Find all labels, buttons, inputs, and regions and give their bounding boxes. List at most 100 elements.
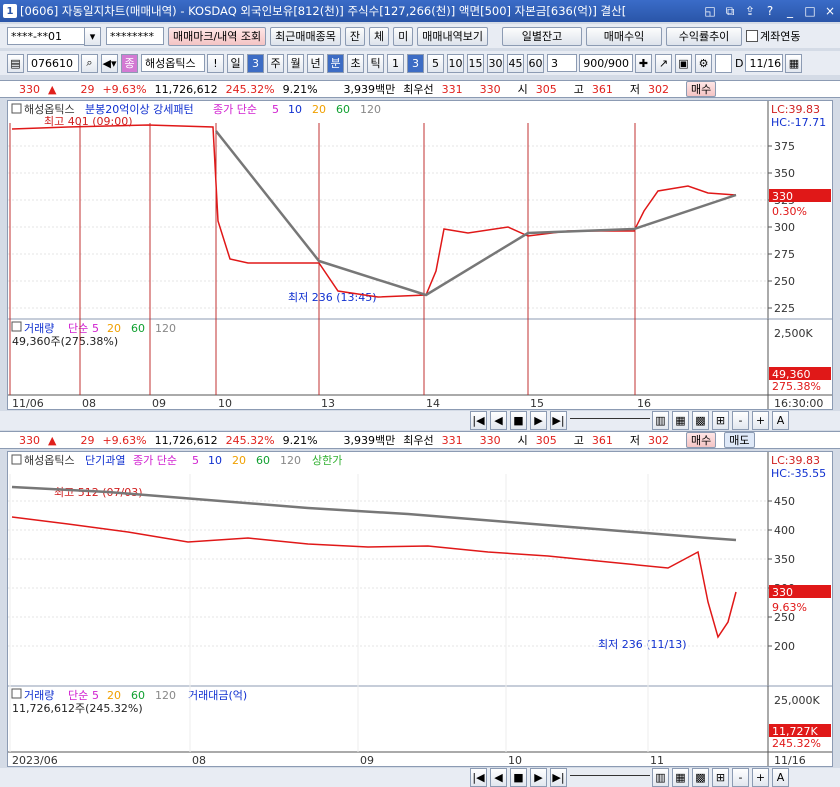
period-day-button[interactable]: 일 <box>227 53 244 73</box>
period-month-button[interactable]: 월 <box>287 53 304 73</box>
quote-price: 330 <box>19 82 40 96</box>
mi-button[interactable]: 미 <box>393 26 414 46</box>
pin-icon[interactable]: ⇪ <box>742 3 758 19</box>
chart-type-icon[interactable]: ▤ <box>7 53 24 73</box>
interval-10[interactable]: 10 <box>447 53 464 73</box>
view-icon-2[interactable]: ▦ <box>672 411 689 430</box>
scroll-prev-icon[interactable]: ◀ <box>490 768 507 787</box>
period-tick-button[interactable]: 틱 <box>367 53 384 73</box>
tool-icon[interactable]: ✚ <box>635 53 652 73</box>
volume-legend-ma: 20 <box>107 689 121 702</box>
interval-30[interactable]: 30 <box>487 53 504 73</box>
zoom-slider[interactable] <box>570 417 650 424</box>
zoom-in-button[interactable]: + <box>752 411 769 430</box>
intraday-scrollbar[interactable]: |◀ ◀ ■ ▶ ▶| ▥ ▦ ▩ ⊞ - + A <box>0 411 840 430</box>
quote-high-label-2: 고 <box>573 434 584 447</box>
scroll-stop-icon[interactable]: ■ <box>510 768 527 787</box>
quote-amount-2: 3,939백만 <box>343 434 396 447</box>
view-icon-1[interactable]: ▥ <box>652 411 669 430</box>
period-week-button[interactable]: 주 <box>267 53 284 73</box>
daily-scrollbar[interactable]: |◀ ◀ ■ ▶ ▶| ▥ ▦ ▩ ⊞ - + A <box>0 768 840 787</box>
date-checkbox[interactable] <box>715 53 732 73</box>
popout-icon[interactable]: ⧉ <box>722 3 738 19</box>
account-dropdown-icon[interactable]: ▾ <box>84 26 101 46</box>
view-icon-4[interactable]: ⊞ <box>712 768 729 787</box>
maximize-icon[interactable]: □ <box>802 3 818 19</box>
profit-rate-button[interactable]: 수익률추이 <box>666 26 743 46</box>
zoom-slider[interactable] <box>570 774 650 781</box>
stock-code-input[interactable]: 076610 <box>27 54 79 72</box>
view-icon-3[interactable]: ▩ <box>692 411 709 430</box>
period-minute-button[interactable]: 분 <box>327 53 344 73</box>
minimize-icon[interactable]: _ <box>782 3 798 19</box>
zoom-in-button[interactable]: + <box>752 768 769 787</box>
scroll-first-icon[interactable]: |◀ <box>470 768 487 787</box>
date-input[interactable]: 11/16 <box>745 54 784 72</box>
y-tick-label: 350 <box>774 167 795 180</box>
trade-profit-button[interactable]: 매매수익 <box>586 26 663 46</box>
daily-balance-button[interactable]: 일별잔고 <box>502 26 583 46</box>
password-input[interactable]: ******** <box>106 27 164 45</box>
view-icon-3[interactable]: ▩ <box>692 768 709 787</box>
interval-input[interactable]: 3 <box>547 54 577 72</box>
lc-label: LC:39.83 <box>771 103 820 116</box>
interval-3[interactable]: 3 <box>407 53 424 73</box>
interval-60[interactable]: 60 <box>527 53 544 73</box>
volume-legend-title: 거래량 <box>24 689 54 702</box>
quote-low-label-2: 저 <box>629 434 641 447</box>
recent-trade-button[interactable]: 최근매매종목 <box>270 26 341 46</box>
interval-45[interactable]: 45 <box>507 53 524 73</box>
intraday-chart-svg[interactable]: 375350325300275250225LC:39.83HC:-17.7133… <box>8 101 832 410</box>
sell-button[interactable]: 매도 <box>724 432 755 448</box>
period-second-button[interactable]: 초 <box>347 53 364 73</box>
x-tick-label: 11 <box>650 754 664 766</box>
zoom-out-button[interactable]: - <box>732 768 749 787</box>
quote-open-2: 305 <box>535 433 557 447</box>
scroll-last-icon[interactable]: ▶| <box>550 768 567 787</box>
quote-diff-2: 29 <box>80 433 95 447</box>
scroll-next-icon[interactable]: ▶ <box>530 411 547 430</box>
buy-button-2[interactable]: 매수 <box>686 432 717 448</box>
window-title: [0606] 자동일지차트(매매내역) - KOSDAQ 외국인보유[812(천… <box>20 4 627 18</box>
quote-pct-2: +9.63% <box>102 433 147 447</box>
scroll-first-icon[interactable]: |◀ <box>470 411 487 430</box>
interval-1[interactable]: 1 <box>387 53 404 73</box>
che-button[interactable]: 체 <box>369 26 390 46</box>
search-icon[interactable]: ⌕ <box>81 53 98 73</box>
close-icon[interactable]: × <box>822 3 838 19</box>
quote-bar-top: 330 ▲ 29 +9.63% 11,726,612 245.32% 9.21%… <box>0 80 840 98</box>
draw-icon[interactable]: ↗ <box>655 53 672 73</box>
save-icon[interactable]: ▣ <box>675 53 692 73</box>
auto-button[interactable]: A <box>772 411 789 430</box>
interval-15[interactable]: 15 <box>467 53 484 73</box>
restore-icon[interactable]: ◱ <box>702 3 718 19</box>
buy-button[interactable]: 매수 <box>686 81 717 97</box>
calendar-icon[interactable]: ▦ <box>785 53 803 73</box>
scroll-prev-icon[interactable]: ◀ <box>490 411 507 430</box>
scroll-stop-icon[interactable]: ■ <box>510 411 527 430</box>
quote-vol-pct-2: 245.32% <box>225 433 275 447</box>
period-day-count[interactable]: 3 <box>247 53 264 73</box>
trade-mark-button[interactable]: 매매마크/내역 조회 <box>168 26 267 46</box>
account-link-checkbox[interactable]: 계좌연동 <box>746 28 801 44</box>
help-icon[interactable]: ? <box>762 3 778 19</box>
view-icon-4[interactable]: ⊞ <box>712 411 729 430</box>
account-select[interactable]: ****-**01 <box>7 27 85 45</box>
daily-chart-svg[interactable]: 450400350300250200LC:39.83HC:-35.553309.… <box>8 452 832 767</box>
scroll-next-icon[interactable]: ▶ <box>530 768 547 787</box>
volume-legend-ma: 60 <box>131 322 145 335</box>
view-icon-2[interactable]: ▦ <box>672 768 689 787</box>
count-input[interactable]: 900/900 <box>579 54 633 72</box>
jan-button[interactable]: 잔 <box>344 26 366 46</box>
alert-button[interactable]: ! <box>207 53 224 73</box>
zoom-out-button[interactable]: - <box>732 411 749 430</box>
scroll-last-icon[interactable]: ▶| <box>550 411 567 430</box>
settings-icon[interactable]: ⚙ <box>695 53 712 73</box>
trade-history-button[interactable]: 매매내역보기 <box>417 26 489 46</box>
quote-volume: 11,726,612 <box>154 82 218 96</box>
period-year-button[interactable]: 년 <box>307 53 324 73</box>
view-icon-1[interactable]: ▥ <box>652 768 669 787</box>
interval-5[interactable]: 5 <box>427 53 444 73</box>
auto-button[interactable]: A <box>772 768 789 787</box>
sound-icon[interactable]: ◀▾ <box>101 53 118 73</box>
